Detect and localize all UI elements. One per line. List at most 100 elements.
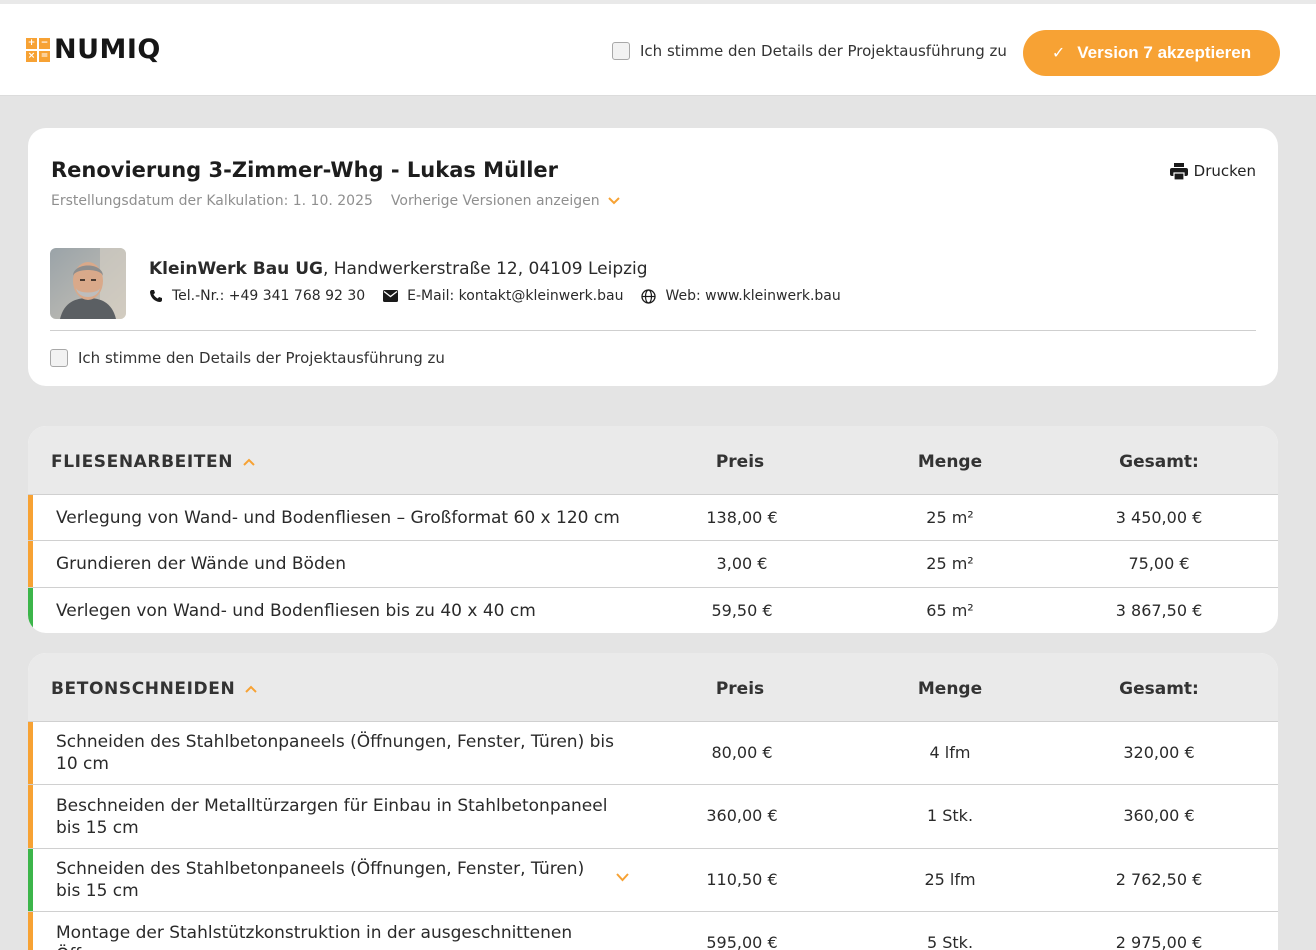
- logo-symbol: =: [39, 50, 50, 62]
- status-bar: [28, 495, 33, 540]
- check-icon: ✓: [1051, 45, 1066, 62]
- row-quantity: 25 m²: [926, 554, 974, 573]
- row-description: Montage der Stahlstützkonstruktion in de…: [56, 923, 573, 950]
- table-row[interactable]: Verlegung von Wand- und Bodenfliesen – G…: [28, 494, 1278, 540]
- row-total: 2 762,50 €: [1115, 870, 1203, 889]
- project-title: Renovierung 3-Zimmer-Whg - Lukas Müller: [51, 158, 559, 182]
- previous-versions-toggle[interactable]: Vorherige Versionen anzeigen: [391, 193, 620, 209]
- section-header: BETONSCHNEIDEN Preis Menge Gesamt:: [28, 653, 1278, 721]
- header-consent-checkbox[interactable]: [612, 42, 630, 60]
- mail-icon: [383, 290, 399, 302]
- web-text: Web: www.kleinwerk.bau: [665, 288, 841, 304]
- status-bar: [28, 541, 33, 587]
- status-bar: [28, 722, 33, 784]
- globe-icon: [641, 288, 657, 304]
- section-fliesenarbeiten: FLIESENARBEITEN Preis Menge Gesamt: Verl…: [28, 426, 1278, 633]
- header-consent-label: Ich stimme den Details der Projektausfüh…: [640, 42, 1007, 60]
- avatar: [50, 248, 126, 319]
- row-total: 3 867,50 €: [1115, 601, 1203, 620]
- table-row[interactable]: Beschneiden der Metalltürzargen für Einb…: [28, 784, 1278, 848]
- row-total: 75,00 €: [1128, 554, 1190, 573]
- calculator-icon: + − × =: [26, 37, 50, 62]
- row-total: 360,00 €: [1123, 806, 1195, 825]
- previous-versions-label: Vorherige Versionen anzeigen: [390, 193, 600, 209]
- row-description: Grundieren der Wände und Böden: [56, 554, 346, 574]
- contact-web[interactable]: Web: www.kleinwerk.bau: [641, 288, 841, 304]
- status-bar: [28, 912, 33, 950]
- row-quantity: 4 lfm: [929, 743, 971, 762]
- created-date: Erstellungsdatum der Kalkulation: 1. 10.…: [51, 193, 373, 209]
- row-price: 3,00 €: [716, 554, 768, 573]
- card-consent[interactable]: Ich stimme den Details der Projektausfüh…: [50, 349, 445, 367]
- divider: [50, 330, 1256, 331]
- row-description: Schneiden des Stahlbetonpaneels (Öffnung…: [56, 859, 585, 901]
- phone-text: Tel.-Nr.: +49 341 768 92 30: [172, 288, 366, 304]
- print-button[interactable]: Drucken: [1169, 162, 1256, 180]
- row-price: 360,00 €: [706, 806, 778, 825]
- row-quantity: 5 Stk.: [926, 933, 974, 950]
- row-total: 2 975,00 €: [1115, 933, 1203, 950]
- column-header-price: Preis: [715, 679, 765, 699]
- row-description: Verlegen von Wand- und Bodenfliesen bis …: [56, 601, 536, 621]
- section-toggle[interactable]: FLIESENARBEITEN: [51, 452, 255, 472]
- logo[interactable]: + − × = NUMIQ: [26, 34, 161, 65]
- project-card: Renovierung 3-Zimmer-Whg - Lukas Müller …: [28, 128, 1278, 386]
- row-total: 3 450,00 €: [1115, 508, 1203, 527]
- header-consent[interactable]: Ich stimme den Details der Projektausfüh…: [612, 42, 1007, 60]
- row-price: 80,00 €: [711, 743, 773, 762]
- print-label: Drucken: [1193, 162, 1256, 180]
- table-row[interactable]: Montage der Stahlstützkonstruktion in de…: [28, 911, 1278, 950]
- company-address: , Handwerkerstraße 12, 04109 Leipzig: [322, 259, 648, 279]
- row-description: Verlegung von Wand- und Bodenfliesen – G…: [56, 508, 620, 528]
- logo-symbol: +: [26, 37, 37, 49]
- contact-email[interactable]: E-Mail: kontakt@kleinwerk.bau: [383, 288, 623, 304]
- chevron-down-icon[interactable]: [616, 871, 629, 886]
- row-quantity: 25 lfm: [924, 870, 976, 889]
- column-header-quantity: Menge: [917, 452, 983, 472]
- table-row[interactable]: Verlegen von Wand- und Bodenfliesen bis …: [28, 587, 1278, 633]
- row-total: 320,00 €: [1123, 743, 1195, 762]
- column-header-quantity: Menge: [917, 679, 983, 699]
- row-price: 595,00 €: [706, 933, 778, 950]
- status-bar: [28, 849, 33, 911]
- accept-version-label: Version 7 akzeptieren: [1077, 43, 1252, 62]
- row-quantity: 65 m²: [926, 601, 974, 620]
- chevron-up-icon: [243, 455, 255, 469]
- section-toggle[interactable]: BETONSCHNEIDEN: [51, 679, 258, 699]
- company-name: KleinWerk Bau UG: [149, 259, 323, 279]
- top-bar: + − × = NUMIQ Ich stimme den Details der…: [0, 0, 1316, 96]
- row-price: 138,00 €: [706, 508, 778, 527]
- contact-row: Tel.-Nr.: +49 341 768 92 30 E-Mail: kont…: [149, 288, 841, 304]
- phone-icon: [150, 290, 162, 302]
- contact-phone[interactable]: Tel.-Nr.: +49 341 768 92 30: [149, 288, 365, 304]
- section-title: BETONSCHNEIDEN: [51, 679, 236, 699]
- row-quantity: 25 m²: [926, 508, 974, 527]
- column-header-total: Gesamt:: [1119, 452, 1199, 472]
- column-header-total: Gesamt:: [1119, 679, 1199, 699]
- logo-text: NUMIQ: [54, 34, 161, 65]
- email-text: E-Mail: kontakt@kleinwerk.bau: [407, 288, 624, 304]
- row-description: Beschneiden der Metalltürzargen für Einb…: [56, 796, 608, 838]
- column-header-price: Preis: [715, 452, 765, 472]
- row-quantity: 1 Stk.: [926, 806, 974, 825]
- logo-symbol: ×: [26, 50, 37, 62]
- card-consent-checkbox[interactable]: [50, 349, 68, 367]
- table-row[interactable]: Schneiden des Stahlbetonpaneels (Öffnung…: [28, 848, 1278, 911]
- status-bar: [28, 785, 33, 848]
- section-title: FLIESENARBEITEN: [51, 452, 234, 472]
- logo-symbol: −: [39, 37, 50, 49]
- table-row[interactable]: Grundieren der Wände und Böden 3,00 € 25…: [28, 540, 1278, 587]
- table-row[interactable]: Schneiden des Stahlbetonpaneels (Öffnung…: [28, 721, 1278, 784]
- section-betonschneiden: BETONSCHNEIDEN Preis Menge Gesamt: Schne…: [28, 653, 1278, 950]
- row-price: 110,50 €: [706, 870, 778, 889]
- printer-icon: [1169, 162, 1188, 180]
- chevron-up-icon: [245, 682, 258, 696]
- accept-version-button[interactable]: ✓ Version 7 akzeptieren: [1023, 30, 1280, 76]
- project-meta: Erstellungsdatum der Kalkulation: 1. 10.…: [51, 193, 620, 209]
- card-consent-label: Ich stimme den Details der Projektausfüh…: [78, 349, 445, 367]
- company-line: KleinWerk Bau UG, Handwerkerstraße 12, 0…: [149, 259, 648, 279]
- status-bar: [28, 588, 33, 633]
- row-description: Schneiden des Stahlbetonpaneels (Öffnung…: [56, 732, 614, 774]
- chevron-down-icon: [607, 194, 620, 208]
- section-header: FLIESENARBEITEN Preis Menge Gesamt:: [28, 426, 1278, 494]
